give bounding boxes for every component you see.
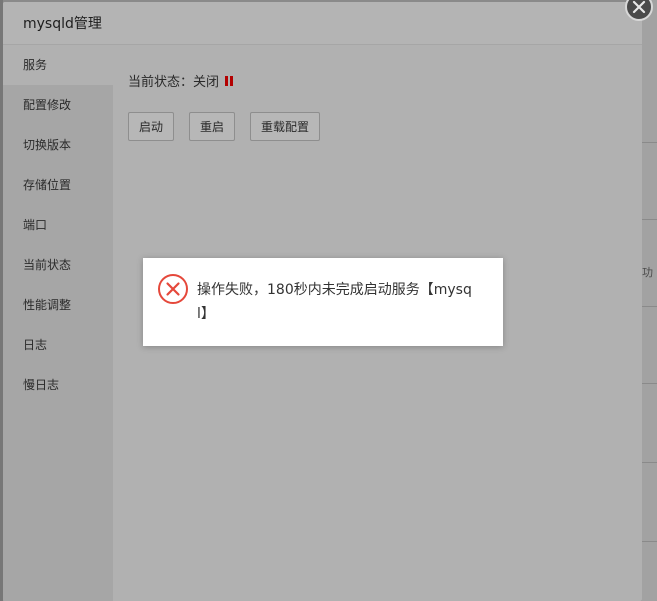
- error-toast: 操作失败，180秒内未完成启动服务【mysql】: [143, 258, 503, 346]
- reload-config-button[interactable]: 重载配置: [250, 112, 321, 141]
- toast-message: 操作失败，180秒内未完成启动服务【mysql】: [197, 282, 472, 322]
- sidebar-item-status[interactable]: 当前状态: [3, 245, 113, 285]
- sidebar-item-slow-log[interactable]: 慢日志: [3, 365, 113, 405]
- status-label: 当前状态：: [128, 75, 194, 90]
- status-line: 当前状态： 关闭: [128, 71, 642, 90]
- status-value: 关闭: [193, 75, 220, 90]
- modal-title: mysqld管理: [23, 16, 102, 32]
- error-circle-icon: [158, 274, 188, 304]
- background-edge-text: 功: [642, 266, 653, 279]
- restart-button[interactable]: 重启: [189, 112, 236, 141]
- background-row-line: [642, 219, 657, 220]
- sidebar-item-service[interactable]: 服务: [3, 45, 113, 85]
- background-row-line: [642, 541, 657, 542]
- sidebar-item-config[interactable]: 配置修改: [3, 85, 113, 125]
- background-row-line: [642, 306, 657, 307]
- service-button-row: 启动 重启 重载配置: [128, 112, 642, 141]
- start-button[interactable]: 启动: [128, 112, 175, 141]
- pause-icon: [225, 75, 234, 86]
- sidebar-item-switch-version[interactable]: 切换版本: [3, 125, 113, 165]
- modal-header: mysqld管理: [3, 2, 642, 45]
- sidebar-item-storage[interactable]: 存储位置: [3, 165, 113, 205]
- background-right-edge: [642, 0, 657, 601]
- background-row-line: [642, 462, 657, 463]
- sidebar-item-port[interactable]: 端口: [3, 205, 113, 245]
- sidebar: 服务 配置修改 切换版本 存储位置 端口 当前状态 性能调整 日志 慢日志: [3, 45, 113, 601]
- sidebar-item-performance[interactable]: 性能调整: [3, 285, 113, 325]
- close-x-glyph: [632, 0, 646, 14]
- sidebar-item-log[interactable]: 日志: [3, 325, 113, 365]
- background-row-line: [642, 142, 657, 143]
- background-row-line: [642, 383, 657, 384]
